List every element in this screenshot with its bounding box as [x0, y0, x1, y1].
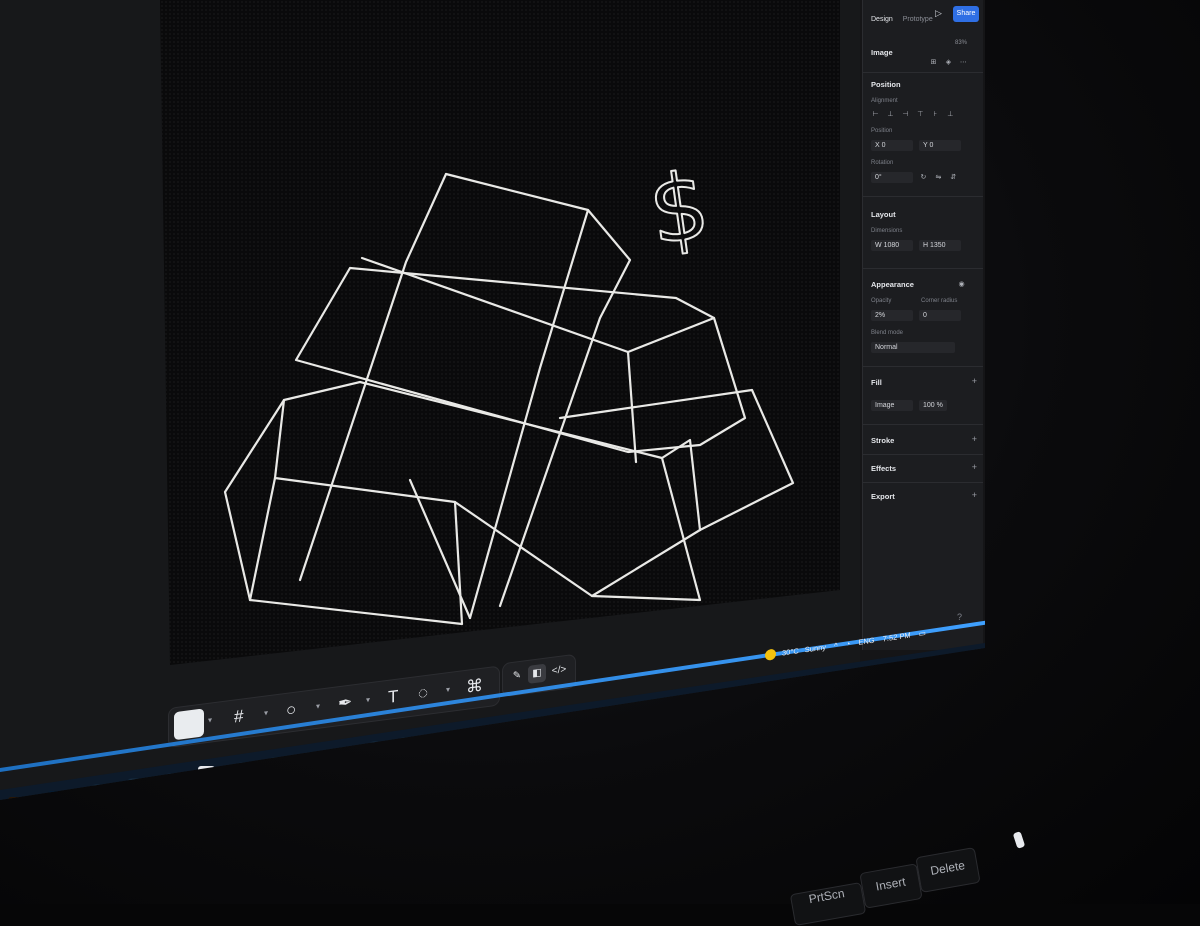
align-top-icon[interactable]: ⊤ [916, 110, 925, 119]
add-fill-icon[interactable]: + [972, 376, 977, 386]
h-prefix: H [922, 242, 929, 249]
align-left-icon[interactable]: ⊢ [871, 110, 880, 119]
flip-horizontal-icon[interactable]: ⇋ [934, 173, 943, 182]
y-field[interactable]: Y 0 [918, 140, 961, 151]
appearance-title: Appearance [871, 280, 914, 289]
pen-icon[interactable]: ✒ [338, 692, 352, 714]
draw-mode-icon[interactable]: ◧ [528, 663, 546, 684]
rotate-icon[interactable]: ↻ [919, 173, 928, 182]
crop-icon[interactable]: ⊞ [929, 58, 938, 67]
fill-percent-sign: % [936, 402, 943, 409]
actions-icon[interactable]: ⌘ [466, 676, 483, 698]
share-button[interactable]: Share [953, 6, 979, 22]
tab-design[interactable]: Design [871, 16, 893, 23]
blend-mode-select[interactable]: Normal [871, 342, 955, 353]
fill-title: Fill [871, 378, 882, 387]
x-value: 0 [881, 142, 886, 149]
design-mode-icon[interactable]: ✎ [508, 666, 526, 686]
h-value: 1350 [929, 242, 946, 249]
y-value: 0 [929, 142, 934, 149]
weather-desc[interactable]: Sunny [805, 642, 826, 654]
rotation-field[interactable]: 0° [871, 172, 913, 183]
align-center-icon[interactable]: ⊥ [886, 110, 895, 119]
text-tool-icon[interactable]: T [388, 686, 398, 707]
corner-radius-field[interactable]: 0 [918, 310, 961, 321]
effects-title: Effects [871, 464, 897, 473]
pen-chevron-icon[interactable]: ▾ [366, 695, 370, 705]
more-icon[interactable]: ⋯ [959, 58, 968, 67]
bar-middle [294, 266, 747, 454]
zoom-level[interactable]: 83% [955, 40, 967, 46]
bar-top [444, 172, 632, 608]
corner-radius-label: Corner radius [921, 298, 958, 304]
add-effect-icon[interactable]: + [972, 462, 977, 472]
dimensions-label: Dimensions [871, 228, 903, 234]
layer-type-title: Image [871, 48, 893, 57]
move-chevron-icon[interactable]: ▾ [208, 715, 212, 725]
fill-type-field[interactable]: Image [871, 400, 913, 411]
chevron-up-icon[interactable]: ^ [834, 641, 838, 650]
dev-mode-icon[interactable]: </> [550, 661, 568, 681]
clock[interactable]: 7:52 PM [883, 631, 911, 644]
add-export-icon[interactable]: + [972, 490, 977, 500]
weather-temp[interactable]: 30°C [782, 646, 799, 657]
width-field[interactable]: W 1080 [871, 240, 913, 251]
network-icon[interactable]: ◔ [846, 639, 851, 649]
notification-icon[interactable]: ▭ [919, 628, 926, 638]
tab-prototype[interactable]: Prototype [903, 16, 933, 23]
gold-bars-illustration[interactable]: $ [0, 0, 860, 700]
w-prefix: W [875, 242, 882, 249]
rotation-label: Rotation [871, 160, 894, 166]
bar-bottom-left [273, 380, 702, 602]
x-field[interactable]: X 0 [871, 140, 913, 151]
fill-opacity-field[interactable]: 100 % [918, 400, 947, 411]
add-stroke-icon[interactable]: + [972, 434, 977, 444]
align-right-icon[interactable]: ⊣ [901, 110, 910, 119]
position-title: Position [871, 80, 901, 89]
layout-title: Layout [871, 210, 896, 219]
shape-chevron-icon[interactable]: ▾ [316, 702, 320, 712]
flip-vertical-icon[interactable]: ⇵ [949, 173, 958, 182]
comment-chevron-icon[interactable]: ▾ [446, 685, 450, 695]
weather-sun-icon [765, 648, 776, 661]
comment-icon[interactable]: ◌ [418, 683, 428, 704]
stroke-title: Stroke [871, 436, 895, 445]
y-prefix: Y [922, 142, 928, 149]
component-icon[interactable]: ◈ [944, 58, 953, 67]
properties-panel: ▷ Share Design Prototype 83% Image ⊞ ◈ ⋯… [862, 0, 983, 650]
frame-icon[interactable]: # [234, 706, 243, 727]
language-indicator[interactable]: ENG [858, 636, 874, 647]
help-button[interactable]: ? [957, 612, 962, 622]
opacity-field[interactable]: 2% [871, 310, 913, 321]
height-field[interactable]: H 1350 [918, 240, 961, 251]
alignment-label: Alignment [871, 98, 898, 104]
align-middle-icon[interactable]: ⊦ [931, 110, 940, 119]
opacity-label: Opacity [871, 298, 892, 304]
export-title: Export [871, 492, 895, 501]
blend-mode-label: Blend mode [871, 330, 904, 336]
visibility-icon[interactable]: ◉ [957, 280, 966, 289]
dollar-sign: $ [643, 152, 716, 266]
w-value: 1080 [883, 242, 900, 249]
position-label: Position [871, 128, 893, 134]
move-tool-button[interactable] [174, 708, 204, 741]
ellipse-icon[interactable]: ○ [286, 700, 296, 721]
x-prefix: X [875, 142, 880, 149]
frame-chevron-icon[interactable]: ▾ [264, 708, 268, 718]
align-bottom-icon[interactable]: ⊥ [946, 110, 955, 119]
fill-opacity-value: 100 [922, 402, 935, 409]
